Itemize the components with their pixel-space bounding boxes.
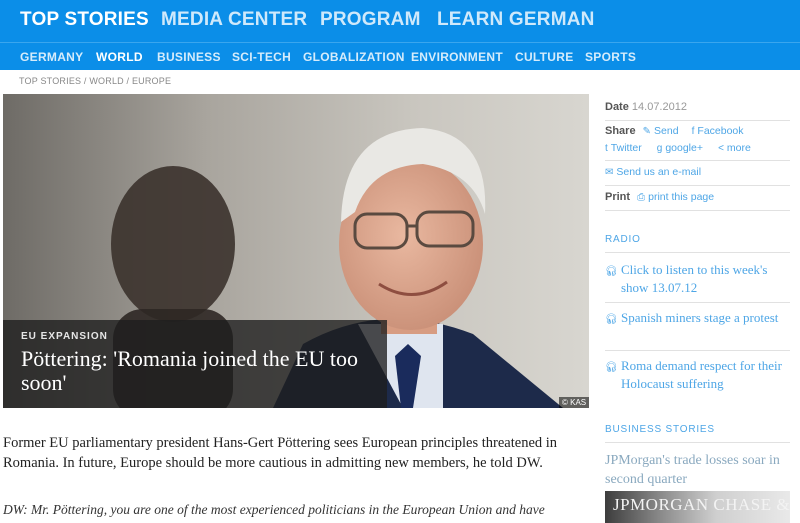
breadcrumb: TOP STORIES / WORLD / EUROPE: [19, 76, 171, 86]
date-value: 14.07.2012: [631, 101, 687, 113]
subnav-world[interactable]: WORLD: [96, 50, 143, 64]
subnav-business[interactable]: BUSINESS: [157, 50, 221, 64]
subnav-sci-tech[interactable]: SCI-TECH: [232, 50, 291, 64]
breadcrumb-separator: /: [123, 76, 132, 86]
nav-top-stories[interactable]: TOP STORIES: [20, 9, 149, 31]
subnav-culture[interactable]: CULTURE: [515, 50, 574, 64]
facebook-link-label: Facebook: [697, 125, 744, 137]
business-story-image[interactable]: JPMORGAN CHASE & CO.: [605, 491, 790, 523]
business-image-text: JPMORGAN CHASE & CO.: [613, 495, 790, 514]
more-share-label: more: [726, 142, 751, 154]
nav-program[interactable]: PROGRAM: [320, 9, 421, 31]
print-label: Print: [605, 191, 631, 203]
section-navigation: GERMANY WORLD BUSINESS SCI-TECH GLOBALIZ…: [0, 42, 800, 70]
edit-icon: ✎: [642, 126, 652, 137]
more-share-link[interactable]: < more: [718, 142, 751, 154]
google-link[interactable]: g google+: [657, 142, 703, 154]
divider: [605, 252, 790, 253]
breadcrumb-europe[interactable]: EUROPE: [132, 76, 171, 86]
divider: [605, 185, 790, 186]
facebook-link[interactable]: f Facebook: [692, 125, 744, 137]
top-navigation: TOP STORIES MEDIA CENTER PROGRAM LEARN G…: [0, 0, 800, 42]
radio-section-title: RADIO: [605, 234, 641, 245]
headphones-icon: 🎧︎: [605, 314, 618, 325]
printer-icon: ⎙: [637, 192, 646, 203]
share-row-2: t Twitter g google+ < more: [605, 142, 751, 154]
breadcrumb-top-stories[interactable]: TOP STORIES: [19, 76, 81, 86]
divider: [605, 120, 790, 121]
radio-item[interactable]: 🎧︎ Spanish miners stage a protest: [605, 309, 790, 327]
hero-caption: EU EXPANSION Pöttering: 'Romania joined …: [3, 320, 387, 408]
send-link[interactable]: ✎ Send: [643, 125, 679, 137]
google-link-label: google+: [665, 142, 703, 154]
print-link[interactable]: ⎙ print this page: [637, 191, 714, 203]
subnav-environment[interactable]: ENVIRONMENT: [411, 50, 503, 64]
google-plus-icon: g: [656, 143, 663, 154]
radio-item-label: Click to listen to this week's show 13.0…: [621, 262, 768, 295]
radio-item-label: Spanish miners stage a protest: [621, 310, 779, 325]
twitter-link-label: Twitter: [610, 142, 642, 154]
envelope-icon: ✉: [605, 167, 614, 178]
email-row: ✉ Send us an e-mail: [605, 166, 701, 178]
divider: [605, 302, 790, 303]
share-label: Share: [605, 125, 636, 137]
send-email-link[interactable]: ✉ Send us an e-mail: [605, 166, 701, 178]
send-email-label: Send us an e-mail: [616, 166, 702, 178]
radio-item[interactable]: 🎧︎ Click to listen to this week's show 1…: [605, 261, 790, 297]
print-row: Print ⎙ print this page: [605, 191, 714, 203]
twitter-icon: t: [605, 143, 608, 154]
divider: [605, 350, 790, 351]
nav-media-center[interactable]: MEDIA CENTER: [161, 9, 307, 31]
divider: [605, 210, 790, 211]
twitter-link[interactable]: t Twitter: [605, 142, 642, 154]
nav-learn-german[interactable]: LEARN GERMAN: [437, 9, 595, 31]
headphones-icon: 🎧︎: [605, 362, 618, 373]
divider: [605, 160, 790, 161]
subnav-globalization[interactable]: GLOBALIZATION: [303, 50, 405, 64]
business-story-item[interactable]: JPMorgan's trade losses soar in second q…: [605, 451, 790, 489]
date-label: Date: [605, 101, 629, 113]
article-kicker: EU EXPANSION: [21, 331, 108, 342]
image-credit: © KAS: [559, 397, 590, 408]
divider: [605, 442, 790, 443]
headphones-icon: 🎧︎: [605, 266, 618, 277]
radio-item-label: Roma demand respect for their Holocaust …: [621, 358, 782, 391]
share-icon: <: [718, 143, 724, 154]
article-question: DW: Mr. Pöttering, you are one of the mo…: [3, 502, 545, 517]
business-section-title: BUSINESS STORIES: [605, 424, 715, 435]
article-lead: Former EU parliamentary president Hans-G…: [3, 435, 558, 471]
send-link-label: Send: [654, 125, 679, 137]
share-row: Share ✎ Send f Facebook: [605, 125, 744, 137]
subnav-sports[interactable]: SPORTS: [585, 50, 636, 64]
subnav-germany[interactable]: GERMANY: [20, 50, 83, 64]
article-headline: Pöttering: 'Romania joined the EU too so…: [21, 346, 358, 395]
date-row: Date 14.07.2012: [605, 101, 687, 113]
facebook-icon: f: [691, 126, 695, 137]
radio-item[interactable]: 🎧︎ Roma demand respect for their Holocau…: [605, 357, 790, 393]
print-link-label: print this page: [648, 191, 715, 203]
breadcrumb-world[interactable]: WORLD: [89, 76, 124, 86]
